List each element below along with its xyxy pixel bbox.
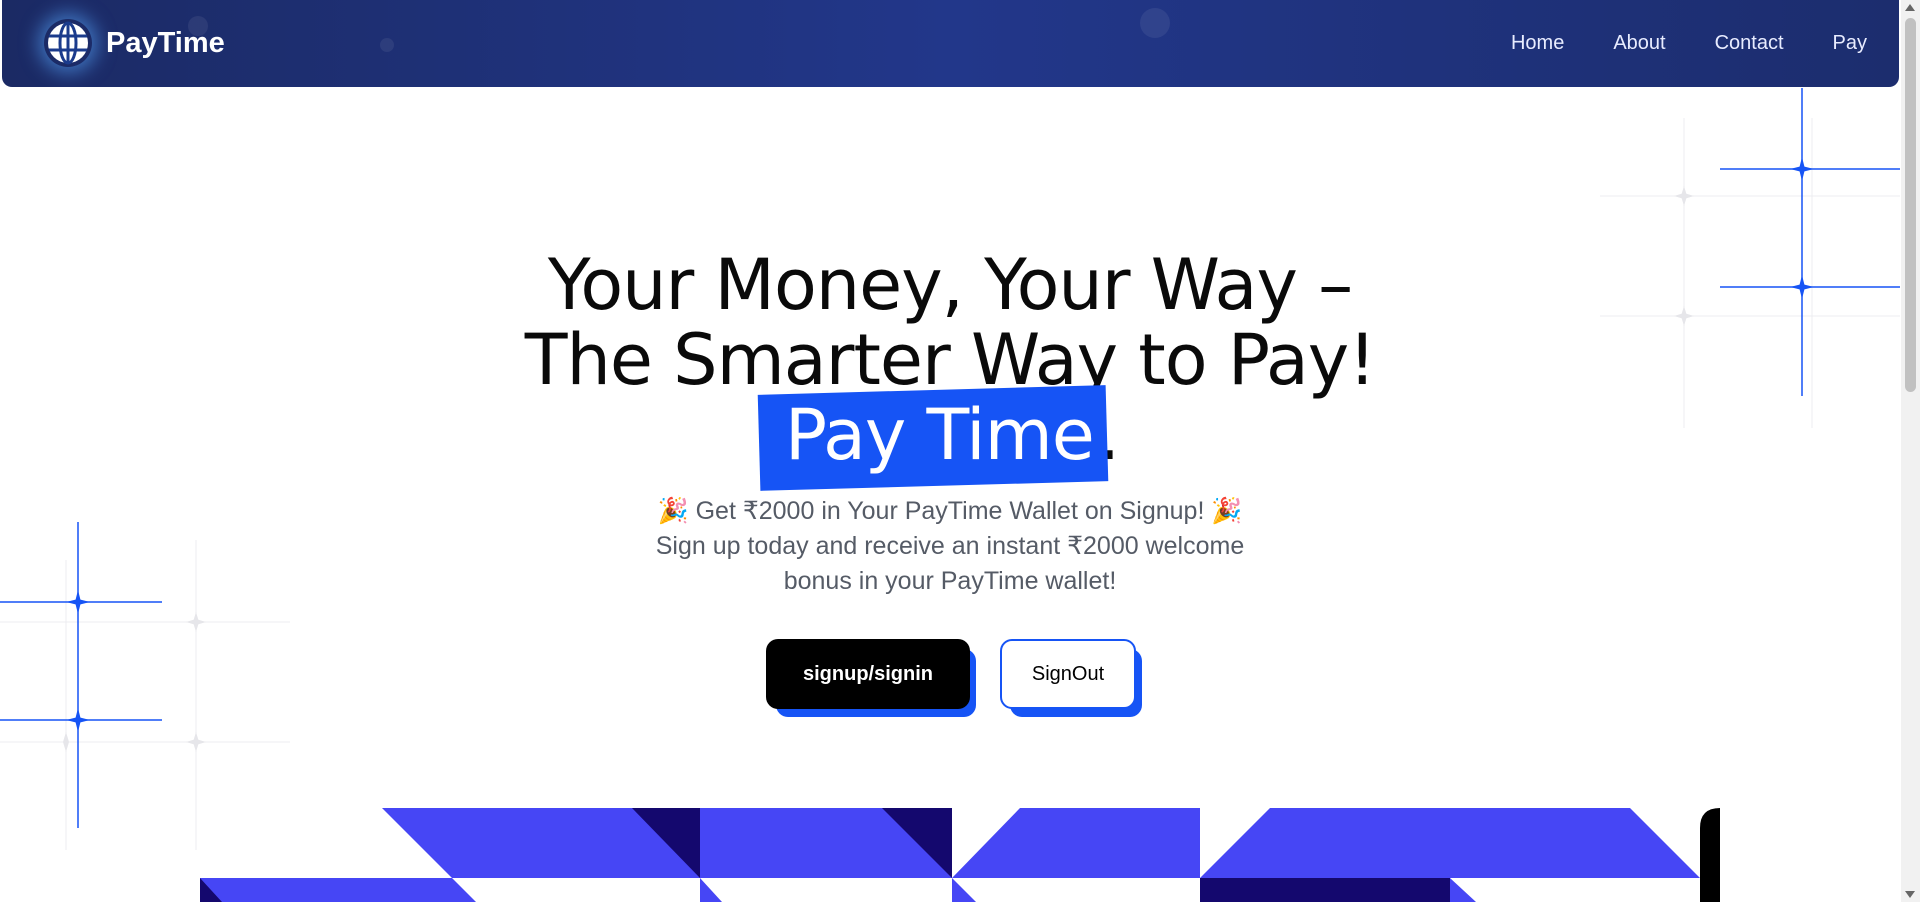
sparkle-decoration-right [1600, 88, 1900, 428]
secondary-button-wrap: SignOut [1000, 639, 1145, 719]
hero-subtitle: 🎉 Get ₹2000 in Your PayTime Wallet on Si… [655, 497, 1245, 595]
brand[interactable]: PayTime [44, 18, 225, 68]
nav-link-contact[interactable]: Contact [1715, 32, 1784, 55]
brand-name: PayTime [106, 26, 225, 59]
vertical-scrollbar[interactable] [1901, 0, 1920, 902]
hero-title: Your Money, Your Way – The Smarter Way t… [480, 244, 1420, 491]
hero-title-line3: Pay Time . [480, 385, 1420, 491]
hero-highlight-text: Pay Time [784, 394, 1095, 476]
nav-link-home[interactable]: Home [1511, 32, 1564, 55]
nav-decor-dot [380, 38, 394, 52]
geometric-banner [200, 808, 1720, 902]
navbar: PayTime Home About Contact Pay [2, 0, 1899, 87]
hero-title-line1: Your Money, Your Way – [547, 244, 1353, 326]
primary-button-wrap: signup/signin [766, 639, 978, 719]
nav-link-about[interactable]: About [1613, 32, 1665, 55]
hero-highlight: Pay Time [757, 385, 1109, 491]
nav-links: Home About Contact Pay [1462, 0, 1867, 87]
scroll-up-arrow-icon[interactable] [1905, 4, 1915, 11]
sparkle-decoration-left [0, 522, 290, 850]
hero-title-line2: The Smarter Way to Pay! [524, 319, 1377, 401]
nav-decor-dot [1140, 8, 1170, 38]
scroll-down-arrow-icon[interactable] [1905, 891, 1915, 898]
scrollbar-thumb[interactable] [1905, 18, 1916, 392]
signout-button[interactable]: SignOut [1000, 639, 1136, 709]
globe-icon [44, 19, 92, 67]
nav-link-pay[interactable]: Pay [1833, 32, 1867, 55]
signup-signin-button[interactable]: signup/signin [766, 639, 970, 709]
